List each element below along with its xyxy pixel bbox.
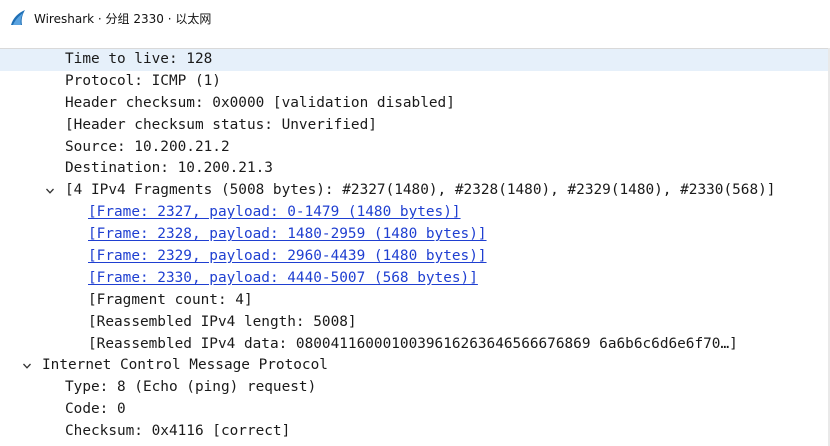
toolbar-separator [0, 36, 830, 49]
tree-row[interactable]: Time to live: 128 [0, 49, 830, 71]
title-bar: Wireshark · 分组 2330 · 以太网 [0, 0, 830, 36]
frame-link[interactable]: [Frame: 2330, payload: 4440-5007 (568 by… [88, 268, 478, 290]
wireshark-packet-window: Wireshark · 分组 2330 · 以太网 Time to live: … [0, 0, 830, 446]
fragment-frame-row[interactable]: [Frame: 2329, payload: 2960-4439 (1480 b… [0, 246, 830, 268]
tree-row[interactable]: Header checksum: 0x0000 [validation disa… [0, 93, 830, 115]
tree-row[interactable]: Source: 10.200.21.2 [0, 137, 830, 159]
tree-row-label: [Reassembled IPv4 length: 5008] [88, 313, 357, 330]
tree-row[interactable]: Checksum: 0x4116 [correct] [0, 421, 830, 443]
chevron-down-icon[interactable] [21, 355, 33, 377]
tree-row[interactable]: Destination: 10.200.21.3 [0, 158, 830, 180]
tree-row-label: [Fragment count: 4] [88, 291, 253, 308]
tree-row-label: Internet Control Message Protocol [42, 357, 328, 374]
tree-row-label: [4 IPv4 Fragments (5008 bytes): #2327(14… [65, 182, 776, 199]
frame-link[interactable]: [Frame: 2327, payload: 0-1479 (1480 byte… [88, 202, 461, 224]
tree-row-label: Type: 8 (Echo (ping) request) [65, 379, 317, 396]
fragment-frame-row[interactable]: [Frame: 2328, payload: 1480-2959 (1480 b… [0, 224, 830, 246]
tree-row[interactable]: [Header checksum status: Unverified] [0, 115, 830, 137]
frame-link[interactable]: [Frame: 2329, payload: 2960-4439 (1480 b… [88, 246, 487, 268]
tree-row[interactable]: Type: 8 (Echo (ping) request) [0, 377, 830, 399]
tree-row[interactable]: [Fragment count: 4] [0, 290, 830, 312]
tree-row-label: Source: 10.200.21.2 [65, 138, 230, 155]
fragment-frame-row[interactable]: [Frame: 2330, payload: 4440-5007 (568 by… [0, 268, 830, 290]
frame-link[interactable]: [Frame: 2328, payload: 1480-2959 (1480 b… [88, 224, 487, 246]
window-title: Wireshark · 分组 2330 · 以太网 [34, 11, 212, 26]
tree-row-label: Code: 0 [65, 401, 126, 418]
tree-row-label: [Reassembled IPv4 data: 0800411600010039… [88, 335, 738, 352]
tree-row-label: Protocol: ICMP (1) [65, 72, 221, 89]
tree-row-label: Time to live: 128 [65, 51, 213, 67]
tree-row[interactable]: Code: 0 [0, 399, 830, 421]
tree-row-label: Header checksum: 0x0000 [validation disa… [65, 94, 455, 111]
fragment-frame-row[interactable]: [Frame: 2327, payload: 0-1479 (1480 byte… [0, 202, 830, 224]
tree-row[interactable]: [4 IPv4 Fragments (5008 bytes): #2327(14… [0, 180, 830, 202]
chevron-down-icon[interactable] [44, 180, 56, 202]
tree-row-label: Checksum: 0x4116 [correct] [65, 423, 291, 440]
tree-row[interactable]: Internet Control Message Protocol [0, 355, 830, 377]
tree-row[interactable]: [Reassembled IPv4 data: 0800411600010039… [0, 334, 830, 356]
tree-row-label: [Header checksum status: Unverified] [65, 116, 377, 133]
packet-details-tree[interactable]: Time to live: 128 Protocol: ICMP (1) Heade… [0, 49, 830, 446]
tree-row[interactable]: Protocol: ICMP (1) [0, 71, 830, 93]
wireshark-fin-icon [8, 8, 28, 28]
tree-row[interactable]: [Reassembled IPv4 length: 5008] [0, 312, 830, 334]
tree-row-label: Destination: 10.200.21.3 [65, 160, 273, 177]
